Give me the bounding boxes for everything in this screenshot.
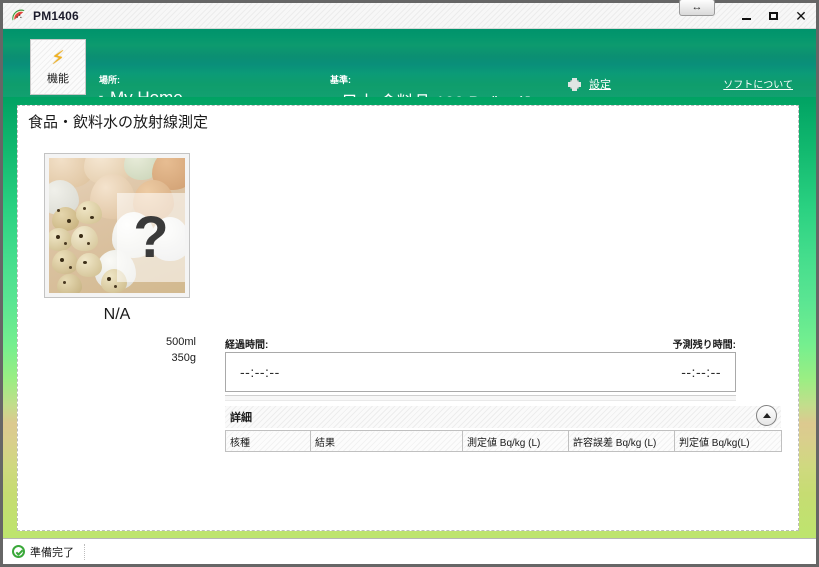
timer-captions: 経過時間: 予測残り時間: [225,336,736,351]
standard-caption: 基準: [330,75,351,85]
title-bar: PM1406 ↔ ✕ [3,0,816,29]
sample-name: N/A [103,306,131,323]
eggs-sample-photo: ? [49,158,185,293]
close-window-button[interactable]: ✕ [794,8,808,24]
window-controls: ✕ [740,3,808,28]
gear-icon [568,77,581,91]
main-toolbar: ⚡ 機能 場所: ▾ My Home 基準: ▾ 日本:食料品 100 Bq/k… [3,29,816,112]
details-table-header-row: 核種 結果 測定値 Bq/kg (L) 許容誤差 Bq/kg (L) 判定値 B… [225,430,782,452]
column-header-threshold[interactable]: 判定値 Bq/kg(L) [674,430,782,452]
timer-display: --:--:-- --:--:-- [225,352,736,392]
progress-bar-track [225,395,736,401]
settings-link[interactable]: 設定 [568,76,611,92]
maximize-button[interactable] [767,8,781,24]
column-header-result[interactable]: 結果 [310,430,463,452]
column-header-nuclide[interactable]: 核種 [225,430,311,452]
sample-thumbnail[interactable]: ? [44,153,190,298]
status-bar: 準備完了 [3,538,816,564]
resize-grip-handle[interactable]: ↔ [679,0,715,16]
remaining-time-label: 予測残り時間: [672,340,736,351]
about-software-link[interactable]: ソフトについて [723,76,793,91]
check-circle-icon [12,545,25,558]
page-title: 食品・飲料水の放射線測定 [28,114,209,131]
sample-volume: 500ml [166,336,196,348]
remaining-time-value: --:--:-- [681,364,721,380]
details-section-header: 詳細 [225,405,781,428]
content-background: 食品・飲料水の放射線測定 ? N/A 500ml 350g 経過時間: 予測残り… [3,97,816,538]
location-caption: 場所: [99,75,120,85]
measurement-panel: 食品・飲料水の放射線測定 ? N/A 500ml 350g 経過時間: 予測残り… [17,105,799,531]
column-header-measured-value[interactable]: 測定値 Bq/kg (L) [462,430,569,452]
details-title: 詳細 [230,412,252,424]
lightning-bolt-icon: ⚡ [51,47,65,69]
sample-measures: 500ml 350g [44,334,196,366]
function-button[interactable]: ⚡ 機能 [30,39,86,95]
unknown-sample-overlay: ? [117,193,185,283]
status-cell: 準備完了 [12,543,85,560]
details-table: 核種 結果 測定値 Bq/kg (L) 許容誤差 Bq/kg (L) 判定値 B… [225,430,782,452]
window-title: PM1406 [33,8,79,23]
function-button-label: 機能 [47,72,69,85]
application-window: PM1406 ↔ ✕ ⚡ 機能 場所: ▾ My Home 基準: ▾ 日 [0,0,819,567]
elapsed-time-label: 経過時間: [225,340,269,351]
resize-arrows-icon: ↔ [691,1,703,13]
app-watermelon-icon [11,8,27,24]
status-text: 準備完了 [30,546,74,559]
sample-weight: 350g [171,352,196,364]
column-header-tolerance[interactable]: 許容誤差 Bq/kg (L) [568,430,675,452]
settings-label: 設定 [589,79,611,91]
chevron-up-icon[interactable] [756,405,777,426]
minimize-button[interactable] [740,8,754,24]
elapsed-time-value: --:--:-- [240,364,280,380]
